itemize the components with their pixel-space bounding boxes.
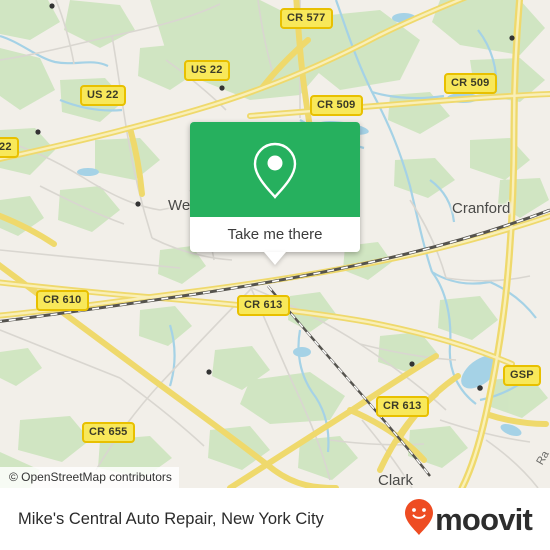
bottom-bar: Mike's Central Auto Repair, New York Cit… bbox=[0, 488, 550, 550]
map-canvas[interactable]: US 22 US 22 CR 577 CR 509 CR 509 22 CR 610 CR 6… bbox=[0, 0, 550, 488]
popup-pointer-tail bbox=[264, 252, 286, 265]
road-shield: US 22 bbox=[184, 60, 230, 81]
road-shield: GSP bbox=[503, 365, 541, 386]
road-shield: US 22 bbox=[80, 85, 126, 106]
road-shield: CR 577 bbox=[280, 8, 333, 29]
moovit-wordmark: moovit bbox=[435, 501, 533, 537]
location-popup-card[interactable]: Take me there bbox=[190, 122, 360, 265]
road-shield: CR 509 bbox=[444, 73, 497, 94]
road-shield: CR 610 bbox=[36, 290, 89, 311]
popup-image-panel bbox=[190, 122, 360, 217]
moovit-logo[interactable]: moovit bbox=[404, 498, 533, 541]
road-shield: 22 bbox=[0, 137, 19, 158]
location-caption: Mike's Central Auto Repair, New York Cit… bbox=[18, 509, 324, 528]
road-shield: CR 613 bbox=[376, 396, 429, 417]
take-me-there-button[interactable]: Take me there bbox=[190, 217, 360, 252]
place-label: Clark bbox=[378, 472, 414, 488]
map-screenshot: US 22 US 22 CR 577 CR 509 CR 509 22 CR 610 CR 6… bbox=[0, 0, 550, 550]
osm-attribution-text: © OpenStreetMap contributors bbox=[9, 470, 172, 484]
place-label: We bbox=[168, 197, 191, 214]
take-me-there-label: Take me there bbox=[227, 226, 323, 243]
road-shield: CR 613 bbox=[237, 295, 290, 316]
map-pin-icon bbox=[248, 139, 302, 201]
road-shield: CR 509 bbox=[310, 95, 363, 116]
osm-attribution[interactable]: © OpenStreetMap contributors bbox=[0, 467, 179, 488]
road-shield: CR 655 bbox=[82, 422, 135, 443]
place-label: Cranford bbox=[452, 200, 511, 217]
moovit-pin-icon bbox=[404, 498, 434, 541]
